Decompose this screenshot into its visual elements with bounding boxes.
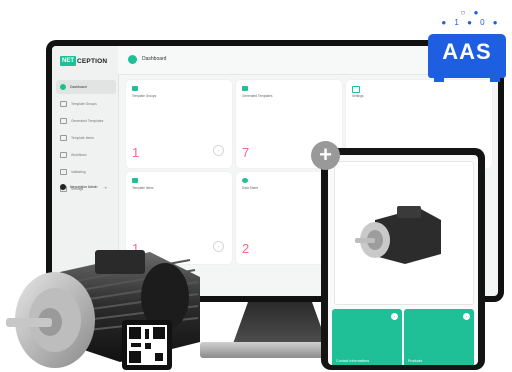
chevron-right-icon[interactable]: › [463, 313, 470, 320]
arrow-right-icon[interactable]: › [213, 145, 224, 156]
qr-code-icon [122, 320, 172, 370]
sidebar-item-dashboard[interactable]: Dashboard [56, 80, 116, 94]
workflow-icon [60, 152, 67, 158]
card-title: Template Items [132, 186, 154, 190]
card-title: Template Groups [132, 94, 157, 98]
sidebar-item-template-groups[interactable]: Template Groups [56, 97, 116, 111]
products-tile[interactable]: › Products [404, 309, 474, 365]
app-logo: NET CEPTION [60, 54, 107, 68]
page-title: Dashboard [142, 56, 167, 62]
dashboard-icon [128, 55, 137, 64]
motor-product-image [355, 206, 441, 264]
chevron-right-icon[interactable]: › [391, 313, 398, 320]
sidebar-item-label: Workflows [71, 153, 87, 157]
sidebar-item-workflows[interactable]: Workflows [56, 148, 116, 162]
tablet: › Contact Informations › Products [321, 148, 485, 370]
user-menu[interactable]: Nexception Admin ⇥ [60, 184, 107, 190]
bits-row-1: ○ ● [460, 8, 482, 17]
logo-mark: NET [60, 56, 76, 66]
dashboard-icon [60, 84, 66, 90]
aas-label: AAS [442, 39, 492, 64]
logo-text: CEPTION [77, 57, 108, 65]
sidebar-nav: Dashboard Template Groups Generated Temp… [56, 80, 116, 199]
sidebar-item-generated-templates[interactable]: Generated Templates [56, 114, 116, 128]
sidebar-item-label: Validating [71, 170, 86, 174]
product-image [334, 161, 474, 305]
folder-icon [132, 86, 138, 91]
card-title: Settings [352, 94, 364, 98]
bits-row-2: ● 1 ● 0 ● [441, 18, 501, 27]
gear-icon [352, 86, 360, 93]
contact-informations-tile[interactable]: › Contact Informations [332, 309, 402, 365]
sidebar-item-label: Generated Templates [71, 119, 104, 123]
card-value: 7 [242, 145, 250, 160]
template-icon [60, 118, 67, 124]
binary-decoration: ○ ● ● 1 ● 0 ● [438, 8, 504, 28]
aas-badge: AAS [428, 34, 506, 78]
card-value: 2 [242, 241, 250, 256]
tile-label: Products [408, 359, 423, 363]
sidebar-item-validating[interactable]: Validating [56, 165, 116, 179]
aas-badge-legs [428, 74, 506, 82]
plus-icon: + [311, 141, 340, 170]
electric-motor-image [6, 250, 200, 368]
folder-icon [60, 101, 67, 107]
logout-icon[interactable]: ⇥ [103, 185, 106, 190]
tile-label: Contact Informations [336, 359, 370, 363]
card-value: 1 [132, 145, 140, 160]
list-icon [60, 135, 67, 141]
avatar [60, 184, 66, 190]
card-title: Generated Templates [242, 94, 273, 98]
sidebar-item-label: Template Items [71, 136, 94, 140]
sidebar-item-label: Template Groups [71, 102, 97, 106]
drop-icon [242, 178, 248, 183]
list-icon [132, 178, 138, 183]
card-title: Data Sheet [242, 186, 258, 190]
tablet-screen: › Contact Informations › Products [328, 155, 478, 365]
template-icon [242, 86, 248, 91]
user-name: Nexception Admin [70, 185, 98, 189]
card-template-groups[interactable]: Template Groups 1 › [126, 80, 232, 168]
sidebar-item-template-items[interactable]: Template Items [56, 131, 116, 145]
check-icon [60, 169, 67, 175]
arrow-right-icon[interactable]: › [213, 241, 224, 252]
sidebar-item-label: Dashboard [70, 85, 87, 89]
